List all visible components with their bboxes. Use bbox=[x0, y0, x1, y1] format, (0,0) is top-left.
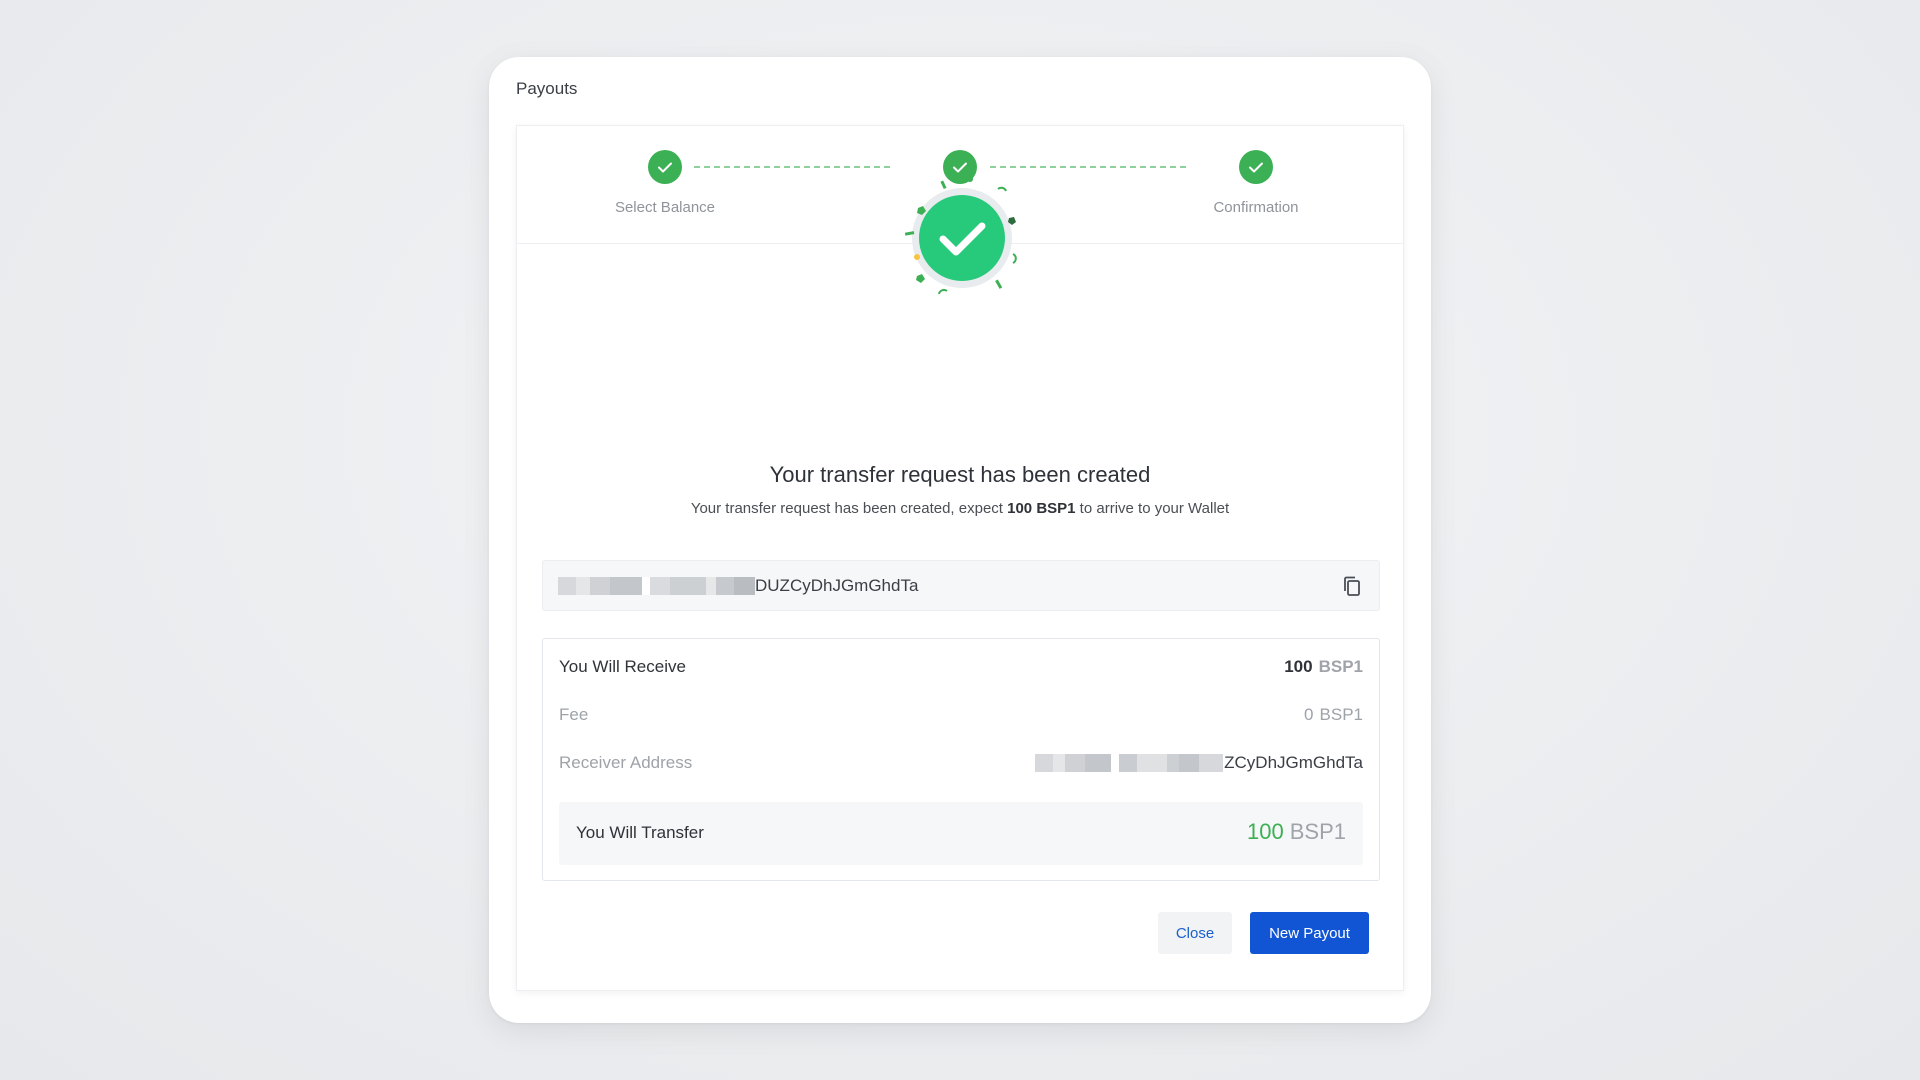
step-label: Select Balance bbox=[614, 199, 716, 216]
transfer-amount: 100 bbox=[1247, 819, 1284, 844]
transfer-currency: BSP1 bbox=[1289, 819, 1346, 844]
step-label: Confirmation bbox=[1213, 199, 1299, 216]
fee-currency: BSP1 bbox=[1319, 705, 1363, 724]
success-check-icon bbox=[904, 176, 1017, 295]
receive-row: You Will Receive 100 BSP1 bbox=[559, 657, 1363, 681]
subtitle-amount: 100 BSP1 bbox=[1007, 500, 1076, 517]
fee-row: Fee 0 BSP1 bbox=[559, 705, 1363, 729]
new-payout-button[interactable]: New Payout bbox=[1250, 912, 1369, 954]
receiver-address-text: ZCyDhJGmGhdTa bbox=[1224, 753, 1363, 772]
payout-summary: You Will Receive 100 BSP1 Fee 0 BSP1 Recei… bbox=[542, 638, 1380, 881]
step-confirmation: Confirmation bbox=[1176, 150, 1336, 216]
payouts-modal: Payouts Select Balance Transfer bbox=[489, 57, 1431, 1023]
result-title: Your transfer request has been created bbox=[769, 462, 1151, 487]
payout-card: Select Balance Transfer Confirmation bbox=[516, 125, 1404, 991]
check-icon bbox=[1239, 150, 1273, 184]
receiver-address-value: ZCyDhJGmGhdTa bbox=[1035, 753, 1363, 773]
receive-currency: BSP1 bbox=[1318, 657, 1363, 676]
close-button[interactable]: Close bbox=[1158, 912, 1232, 954]
receiver-address-row: Receiver Address ZCyDhJGmGhdTa bbox=[559, 753, 1363, 777]
transaction-address-field: DUZCyDhJGmGhdTa bbox=[542, 560, 1380, 611]
receiver-address-label: Receiver Address bbox=[559, 753, 693, 772]
address-text: DUZCyDhJGmGhdTa bbox=[755, 576, 919, 595]
subtitle-prefix: Your transfer request has been created, … bbox=[690, 500, 1008, 517]
fee-label: Fee bbox=[559, 705, 589, 724]
redacted-address-prefix bbox=[558, 577, 755, 595]
receive-label: You Will Receive bbox=[559, 657, 686, 676]
copy-icon[interactable] bbox=[1341, 575, 1363, 597]
check-icon bbox=[648, 150, 682, 184]
transfer-total: You Will Transfer 100 BSP1 bbox=[559, 802, 1363, 865]
redacted-receiver-prefix bbox=[1035, 754, 1224, 772]
result-subtitle: Your transfer request has been created, … bbox=[517, 500, 1403, 517]
receive-value: 100 BSP1 bbox=[1284, 657, 1363, 677]
transfer-value: 100 BSP1 bbox=[1247, 819, 1346, 845]
modal-title: Payouts bbox=[516, 79, 578, 98]
step-select-balance: Select Balance bbox=[585, 150, 745, 216]
receive-amount: 100 bbox=[1284, 657, 1313, 676]
fee-amount: 0 bbox=[1304, 705, 1314, 724]
fee-value: 0 BSP1 bbox=[1304, 705, 1363, 725]
transfer-label: You Will Transfer bbox=[576, 823, 704, 842]
subtitle-suffix: to arrive to your Wallet bbox=[1075, 500, 1230, 517]
